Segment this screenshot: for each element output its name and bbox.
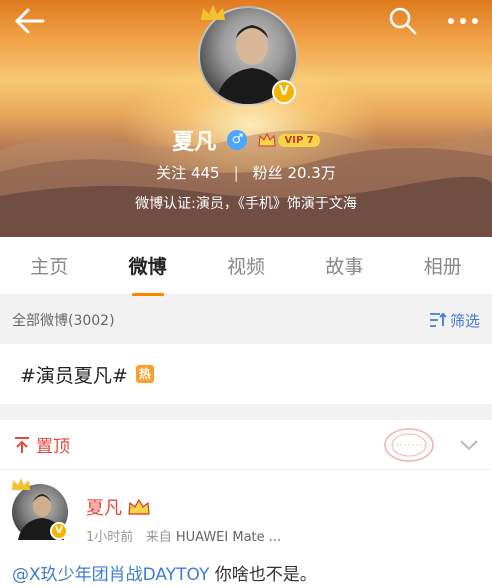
profile-tabs: 主页 微博 视频 故事 相册 [0,237,492,297]
following-stat[interactable]: 关注 445 [156,164,219,182]
filter-button[interactable]: 筛选 [429,310,480,331]
gender-male-icon: ♂ [227,130,248,150]
post-vip-crown-icon [128,498,150,515]
topic-hashtag[interactable]: #演员夏凡# [20,361,128,388]
stamp-icon [384,428,434,462]
post-content: @X玖少年团肖战DAYTOY 你啥也不是。 [12,560,317,585]
post-author-row: 夏凡 [86,494,150,520]
post-source-prefix: 来自 [145,530,172,545]
profile-avatar-wrap[interactable]: V [198,5,298,106]
fans-label: 粉丝 [252,164,283,182]
filter-icon [429,312,447,327]
search-icon[interactable] [388,6,418,36]
post-time: 1小时前 [86,530,134,545]
profile-name-row: 夏凡 ♂ VIP 7 [0,124,492,156]
stats-separator: | [233,164,239,182]
more-icon[interactable] [446,10,480,32]
tab-video[interactable]: 视频 [219,252,273,279]
verified-icon: V [272,80,296,104]
post-text: 你啥也不是。 [209,565,317,585]
vip-badge[interactable]: VIP 7 [258,132,320,148]
post-verified-icon: V [50,522,68,540]
profile-cover: V 夏凡 ♂ VIP 7 关注 445 | 粉丝 20.3万 微博认证:演员，《手机… [0,0,492,237]
profile-stats: 关注 445 | 粉丝 20.3万 [0,162,492,183]
back-icon[interactable] [12,6,46,36]
tab-story[interactable]: 故事 [317,252,371,279]
chevron-down-icon[interactable] [458,434,480,456]
weibo-count: 全部微博(3002) [12,313,115,329]
post-mention[interactable]: @X玖少年团肖战DAYTOY [12,565,209,585]
tab-home[interactable]: 主页 [22,252,76,279]
post-card[interactable]: V 夏凡 1小时前 来自 HUAWEI Mate ... @X玖少年团肖战DAY… [0,470,492,587]
following-count: 445 [190,164,220,182]
pinned-label: 置顶 [36,437,70,457]
following-label: 关注 [156,164,187,182]
crown-icon [201,5,225,20]
filter-bar: 全部微博(3002) 筛选 [0,296,492,344]
fans-count: 20.3万 [287,164,336,182]
fans-stat[interactable]: 粉丝 20.3万 [253,164,336,182]
topic-card[interactable]: #演员夏凡# 热 [0,344,492,404]
post-meta: 1小时前 来自 HUAWEI Mate ... [86,526,281,545]
hot-badge: 热 [135,365,154,383]
vip-crown-icon [258,132,277,147]
tab-weibo[interactable]: 微博 [121,252,175,297]
post-avatar-wrap[interactable]: V [12,478,68,540]
vip-level: VIP 7 [278,133,320,147]
tab-album[interactable]: 相册 [416,252,470,279]
certification-text: 微博认证:演员，《手机》饰演于文海 [135,196,357,212]
pinned-header: 置顶 [0,420,492,470]
post-author[interactable]: 夏凡 [86,494,122,520]
pin-top-icon [15,436,29,453]
post-crown-icon [12,478,30,490]
filter-label: 筛选 [449,311,480,330]
profile-name: 夏凡 [172,130,217,155]
post-source: HUAWEI Mate ... [175,530,282,545]
